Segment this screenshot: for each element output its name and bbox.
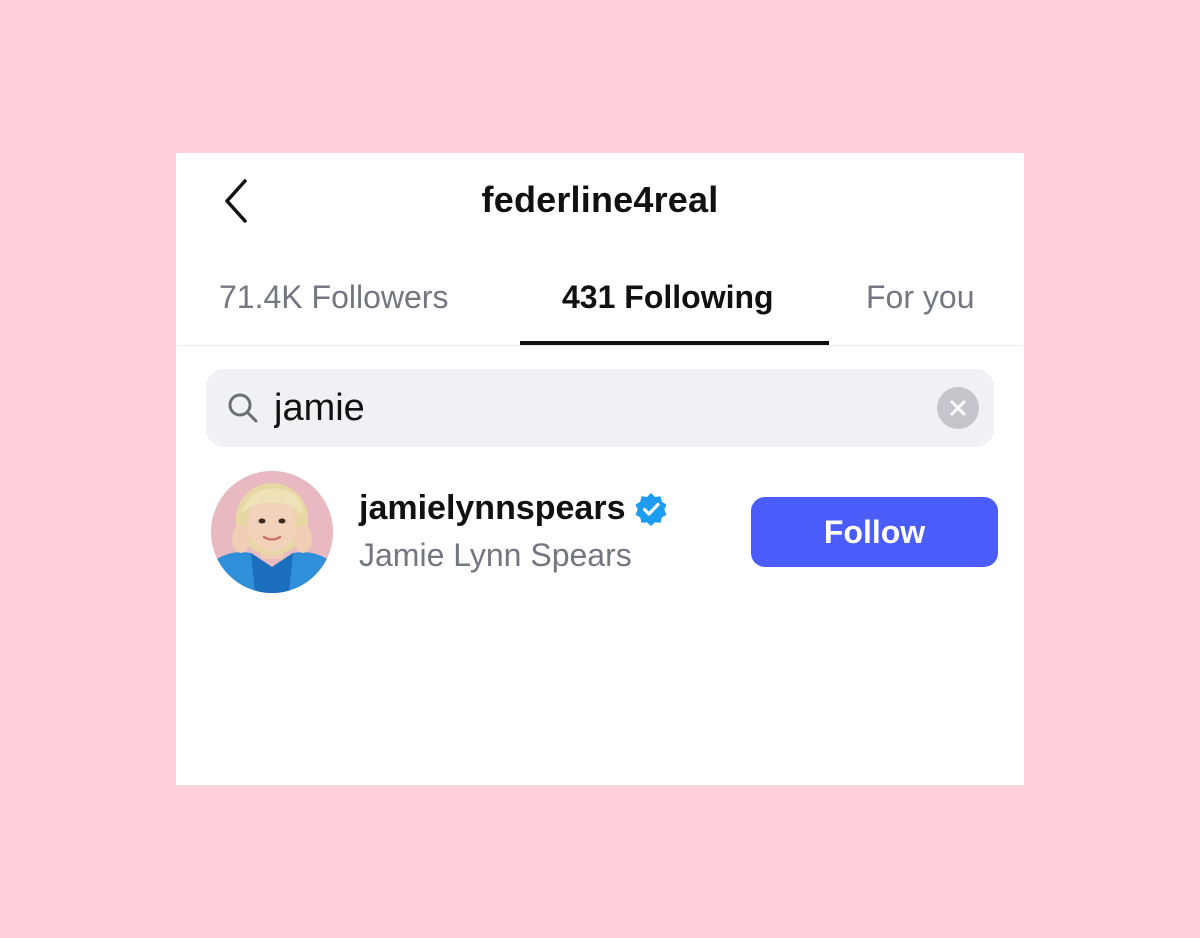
following-panel: federline4real 71.4K Followers 431 Follo…: [176, 153, 1024, 785]
tab-bar: 71.4K Followers 431 Following For you: [176, 263, 1024, 346]
clear-search-button[interactable]: [937, 387, 979, 429]
follow-button[interactable]: Follow: [751, 497, 998, 567]
page-background: federline4real 71.4K Followers 431 Follo…: [0, 0, 1200, 938]
result-username[interactable]: jamielynnspears: [359, 489, 625, 528]
tab-followers[interactable]: 71.4K Followers: [219, 279, 448, 316]
username-line: jamielynnspears: [359, 489, 669, 528]
avatar-image: [211, 471, 333, 593]
list-item[interactable]: jamielynnspears Jamie Lynn Spears Follow: [176, 467, 1024, 597]
result-full-name: Jamie Lynn Spears: [359, 537, 632, 573]
verified-badge-icon: [635, 492, 667, 526]
page-title: federline4real: [481, 179, 719, 220]
search-input[interactable]: [274, 377, 914, 439]
avatar[interactable]: [211, 471, 333, 593]
active-tab-indicator: [520, 341, 829, 345]
clear-icon: [950, 400, 966, 416]
tab-following[interactable]: 431 Following: [562, 279, 774, 316]
search-icon: [228, 393, 258, 423]
search-bar: [206, 369, 994, 447]
tab-for-you[interactable]: For you: [866, 279, 974, 316]
